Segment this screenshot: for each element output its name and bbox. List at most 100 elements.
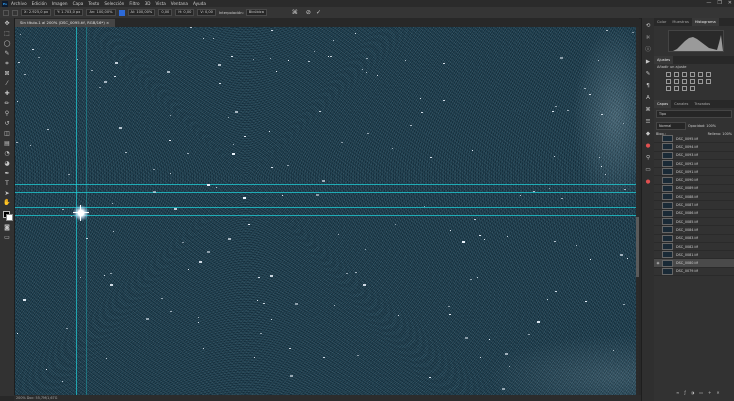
quick-mask-icon[interactable]: ◙ xyxy=(3,224,11,232)
skew-h-field[interactable]: H: 0,00 xyxy=(175,9,195,16)
path-select-icon[interactable]: ➤ xyxy=(3,190,11,198)
layer-row[interactable]: DSC_0081.tif xyxy=(654,251,734,260)
layer-row[interactable]: DSC_0087.tif xyxy=(654,201,734,210)
brushes-icon[interactable]: ✎ xyxy=(644,70,652,78)
menu-capa[interactable]: Capa xyxy=(73,1,84,6)
marquee-tool-icon[interactable]: ⬚ xyxy=(3,30,11,38)
paragraph-icon[interactable]: ¶ xyxy=(644,82,652,90)
layer-row[interactable]: ◉ DSC_0080.tif xyxy=(654,259,734,268)
blur-icon[interactable]: ◔ xyxy=(3,150,11,158)
timeline-icon[interactable]: ▭ xyxy=(644,166,652,174)
eyedropper-icon[interactable]: ⁄ xyxy=(3,80,11,88)
reference-point-icon[interactable] xyxy=(12,9,18,16)
posterize-icon[interactable] xyxy=(666,86,671,91)
menu-imagen[interactable]: Imagen xyxy=(52,1,68,6)
gradient-map-icon[interactable] xyxy=(682,86,687,91)
type-tool-icon[interactable]: T xyxy=(3,180,11,188)
menu-filtro[interactable]: Filtro xyxy=(129,1,139,6)
info-icon[interactable]: ⓘ xyxy=(644,46,652,54)
horizontal-guide-1[interactable] xyxy=(15,184,639,185)
skew-v-field[interactable]: V: 0,00 xyxy=(197,9,216,16)
transform-center-v[interactable] xyxy=(80,205,81,221)
layer-row[interactable]: DSC_0084.tif xyxy=(654,226,734,235)
close-button[interactable]: ✕ xyxy=(728,0,732,7)
layer-row[interactable]: DSC_0092.tif xyxy=(654,160,734,169)
background-color-swatch[interactable] xyxy=(6,214,13,221)
color-balance-icon[interactable] xyxy=(666,79,671,84)
new-layer-icon[interactable]: + xyxy=(708,390,711,396)
layer-row[interactable]: DSC_0085.tif xyxy=(654,218,734,227)
levels-icon[interactable] xyxy=(674,72,679,77)
link-layers-icon[interactable]: ∞ xyxy=(676,390,679,396)
horizontal-guide-3[interactable] xyxy=(15,207,639,208)
tab-histogram[interactable]: Histograma xyxy=(691,18,719,26)
glyphs-icon[interactable]: ⌘ xyxy=(644,106,652,114)
height-field[interactable]: Al: 100,00% xyxy=(127,9,156,16)
selective-color-icon[interactable] xyxy=(690,86,695,91)
quick-select-icon[interactable]: ✎ xyxy=(3,50,11,58)
menu-texto[interactable]: Texto xyxy=(88,1,99,6)
brush-tool-icon[interactable]: ✏ xyxy=(3,100,11,108)
curves-icon[interactable] xyxy=(682,72,687,77)
fx-icon[interactable]: ƒ xyxy=(684,390,685,396)
horizontal-guide-4[interactable] xyxy=(15,215,639,216)
opacity-field[interactable]: Opacidad: 100% xyxy=(688,124,716,128)
horizontal-guide-2[interactable] xyxy=(15,192,639,193)
channel-mixer-icon[interactable] xyxy=(690,79,695,84)
link-icon[interactable] xyxy=(118,9,125,16)
notes-icon[interactable]: ● xyxy=(644,178,652,186)
rotate-field[interactable]: 0,00 xyxy=(158,9,173,16)
menu-ayuda[interactable]: Ayuda xyxy=(193,1,206,6)
layer-row[interactable]: DSC_0091.tif xyxy=(654,168,734,177)
libraries-icon[interactable]: ☰ xyxy=(644,118,652,126)
tab-channels[interactable]: Canales xyxy=(671,100,691,108)
trash-icon[interactable]: ✕ xyxy=(716,390,719,396)
warp-icon[interactable]: ⌘ xyxy=(292,9,298,16)
layer-row[interactable]: DSC_0093.tif xyxy=(654,151,734,160)
character-icon[interactable]: A xyxy=(644,94,652,102)
tab-adjustments[interactable]: Ajustes xyxy=(654,56,674,64)
healing-brush-icon[interactable]: ✚ xyxy=(3,90,11,98)
y-field[interactable]: Y: 1.703,0 px xyxy=(54,9,84,16)
layer-row[interactable]: DSC_0090.tif xyxy=(654,176,734,185)
pen-tool-icon[interactable]: ✒ xyxy=(3,170,11,178)
lasso-tool-icon[interactable]: ◯ xyxy=(3,40,11,48)
eraser-icon[interactable]: ◫ xyxy=(3,130,11,138)
move-tool-icon[interactable] xyxy=(3,9,9,16)
screen-mode-icon[interactable]: ▭ xyxy=(3,234,11,242)
frame-tool-icon[interactable]: ⊠ xyxy=(3,70,11,78)
layer-kind-filter[interactable]: Tipo xyxy=(656,110,732,118)
blend-mode-select[interactable]: Normal xyxy=(656,122,686,130)
hue-sat-icon[interactable] xyxy=(706,72,711,77)
scroll-thumb[interactable] xyxy=(636,217,639,277)
threshold-icon[interactable] xyxy=(674,86,679,91)
color-lookup-icon[interactable] xyxy=(698,79,703,84)
layer-row[interactable]: DSC_0088.tif xyxy=(654,193,734,202)
document-canvas[interactable] xyxy=(15,27,639,396)
clone-source-icon[interactable]: ⚲ xyxy=(644,154,652,162)
photo-filter-icon[interactable] xyxy=(682,79,687,84)
tab-paths[interactable]: Trazados xyxy=(691,100,713,108)
tab-layers[interactable]: Capas xyxy=(654,100,672,108)
menu-edicion[interactable]: Edición xyxy=(32,1,47,6)
crop-tool-icon[interactable]: ⌗ xyxy=(3,60,11,68)
commit-transform-icon[interactable]: ✓ xyxy=(316,9,321,16)
layer-row[interactable]: DSC_0083.tif xyxy=(654,234,734,243)
menu-ventana[interactable]: Ventana xyxy=(171,1,188,6)
actions-icon[interactable]: ▶ xyxy=(644,58,652,66)
minimize-button[interactable]: — xyxy=(706,0,711,7)
menu-archivo[interactable]: Archivo xyxy=(11,1,27,6)
history-brush-icon[interactable]: ↺ xyxy=(3,120,11,128)
vertical-scrollbar[interactable] xyxy=(636,27,639,396)
cancel-transform-icon[interactable]: ⊘ xyxy=(306,9,311,16)
interpolation-select[interactable]: Bicúbica xyxy=(245,9,267,16)
move-tool-icon[interactable]: ✥ xyxy=(3,20,11,28)
dodge-icon[interactable]: ◕ xyxy=(3,160,11,168)
clone-stamp-icon[interactable]: ⚲ xyxy=(3,110,11,118)
menu-vista[interactable]: Vista xyxy=(155,1,165,6)
menu-seleccion[interactable]: Selección xyxy=(104,1,124,6)
gradient-icon[interactable]: ▤ xyxy=(3,140,11,148)
bw-icon[interactable] xyxy=(674,79,679,84)
folder-icon[interactable]: ▭ xyxy=(699,390,703,396)
layer-row[interactable]: DSC_0095.tif xyxy=(654,135,734,144)
